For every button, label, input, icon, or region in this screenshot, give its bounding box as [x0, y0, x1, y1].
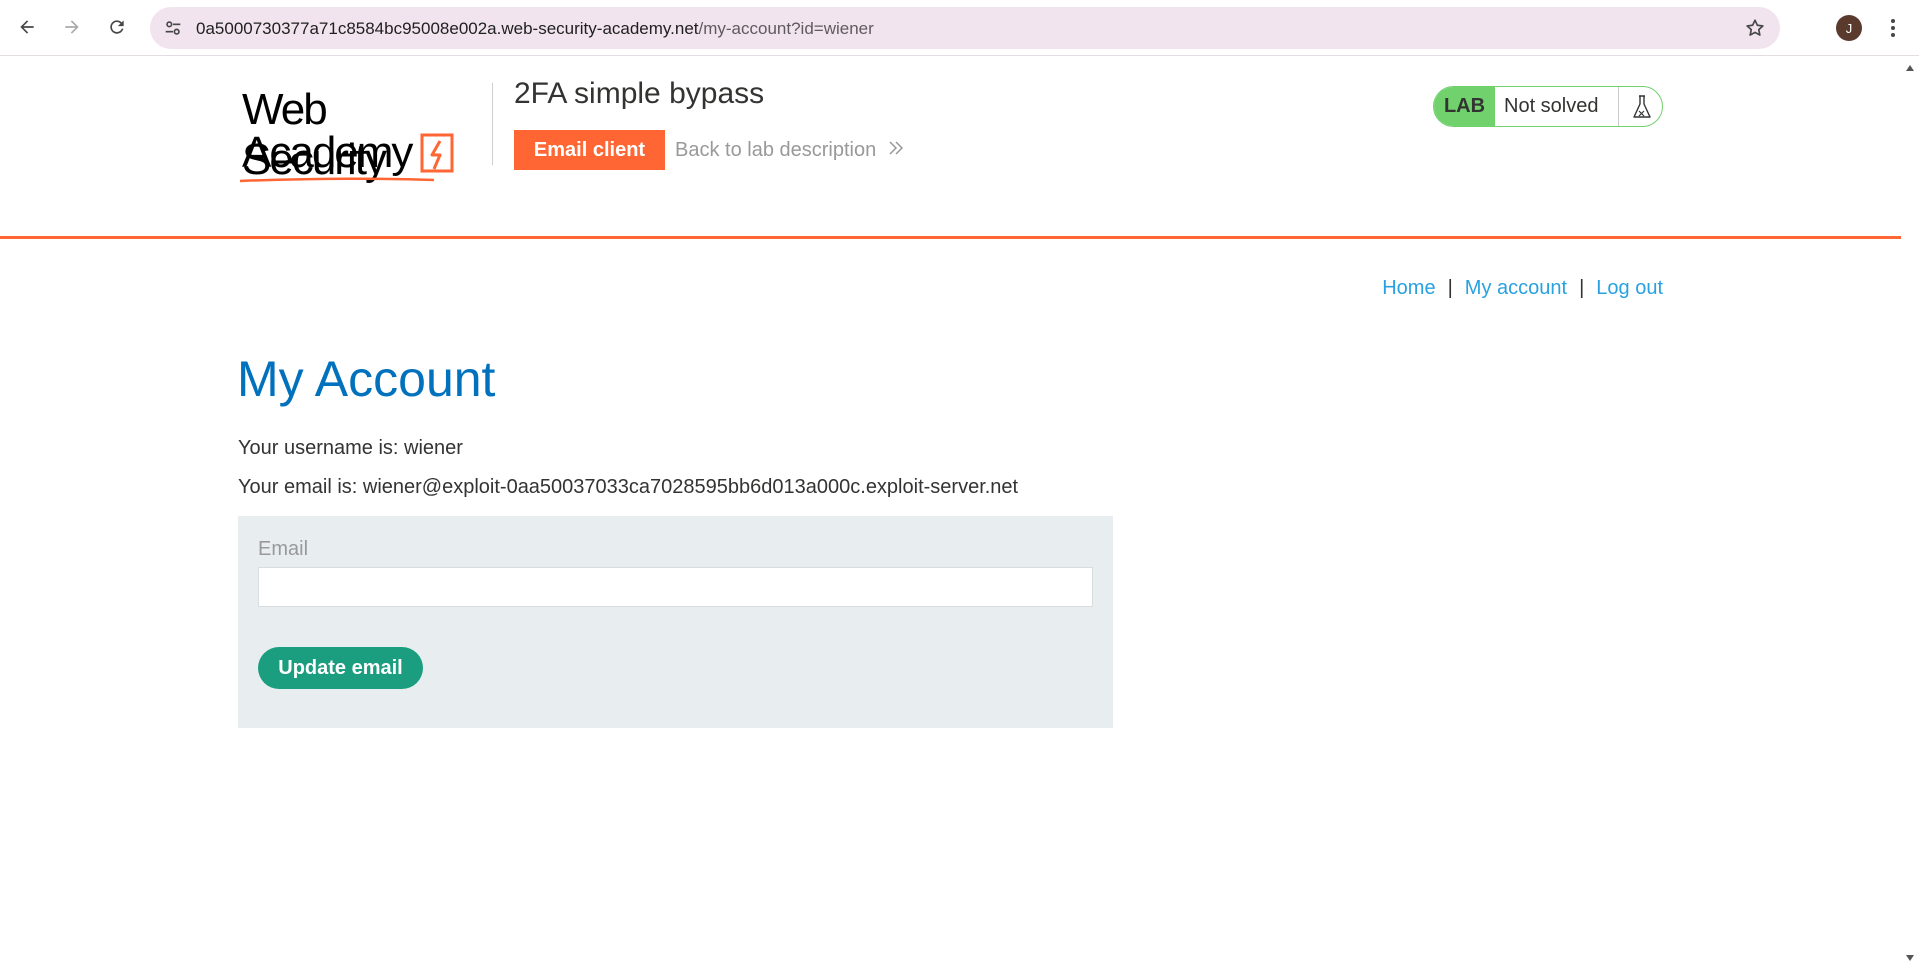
- forward-button[interactable]: [55, 10, 89, 44]
- back-to-lab-description-link[interactable]: Back to lab description: [675, 139, 904, 162]
- back-link-label: Back to lab description: [675, 139, 877, 161]
- email-field[interactable]: [258, 567, 1093, 607]
- tune-icon[interactable]: [162, 17, 184, 39]
- kebab-menu-icon[interactable]: [1883, 15, 1903, 41]
- nav-separator: |: [1447, 277, 1453, 299]
- scroll-down-icon[interactable]: [1905, 953, 1915, 963]
- address-bar[interactable]: 0a5000730377a71c8584bc95008e002a.web-sec…: [150, 7, 1780, 49]
- browser-toolbar: 0a5000730377a71c8584bc95008e002a.web-sec…: [0, 0, 1919, 56]
- reload-icon: [110, 20, 124, 34]
- lab-badge: LAB: [1434, 87, 1495, 126]
- lab-title: 2FA simple bypass: [514, 77, 765, 110]
- username-text: Your username is: wiener: [238, 437, 463, 459]
- update-email-form: Email Update email: [238, 516, 1113, 728]
- back-button[interactable]: [10, 10, 44, 44]
- url-path: /my-account?id=wiener: [698, 19, 874, 38]
- logo-bolt-icon: [420, 133, 454, 173]
- logo-underline-icon: [239, 177, 435, 183]
- url-host: 0a5000730377a71c8584bc95008e002a.web-sec…: [196, 19, 699, 38]
- arrow-right-icon: [65, 20, 79, 34]
- flask-icon: [1632, 94, 1651, 118]
- nav-log-out-link[interactable]: Log out: [1596, 277, 1663, 299]
- email-text: Your email is: wiener@exploit-0aa5003703…: [238, 476, 1019, 498]
- nav-my-account-link[interactable]: My account: [1465, 277, 1567, 299]
- profile-avatar[interactable]: J: [1836, 15, 1862, 41]
- nav-separator: |: [1579, 277, 1585, 299]
- reload-button[interactable]: [100, 10, 134, 44]
- logo-text-line2: Academy: [242, 128, 413, 177]
- page-scrollbar[interactable]: [1901, 57, 1919, 969]
- email-field-label: Email: [258, 538, 309, 560]
- nav-home-link[interactable]: Home: [1382, 277, 1435, 299]
- lab-header: Web Security Academy 2FA simple bypass E…: [0, 57, 1901, 239]
- double-chevron-right-icon: [889, 141, 903, 155]
- lab-status-widget: LAB Not solved: [1433, 86, 1663, 127]
- email-client-button[interactable]: Email client: [514, 130, 665, 170]
- web-security-academy-logo[interactable]: Web Security Academy: [238, 85, 468, 185]
- update-email-button[interactable]: Update email: [258, 647, 423, 689]
- account-nav: Home | My account | Log out: [1382, 277, 1663, 300]
- scroll-up-icon[interactable]: [1905, 63, 1915, 73]
- header-divider: [492, 83, 493, 165]
- lab-status-text: Not solved: [1504, 95, 1599, 117]
- lab-flask-button[interactable]: [1618, 87, 1662, 126]
- arrow-left-icon: [20, 20, 34, 34]
- star-icon[interactable]: [1744, 17, 1766, 39]
- page-title: My Account: [237, 351, 496, 407]
- url-text[interactable]: 0a5000730377a71c8584bc95008e002a.web-sec…: [196, 19, 874, 39]
